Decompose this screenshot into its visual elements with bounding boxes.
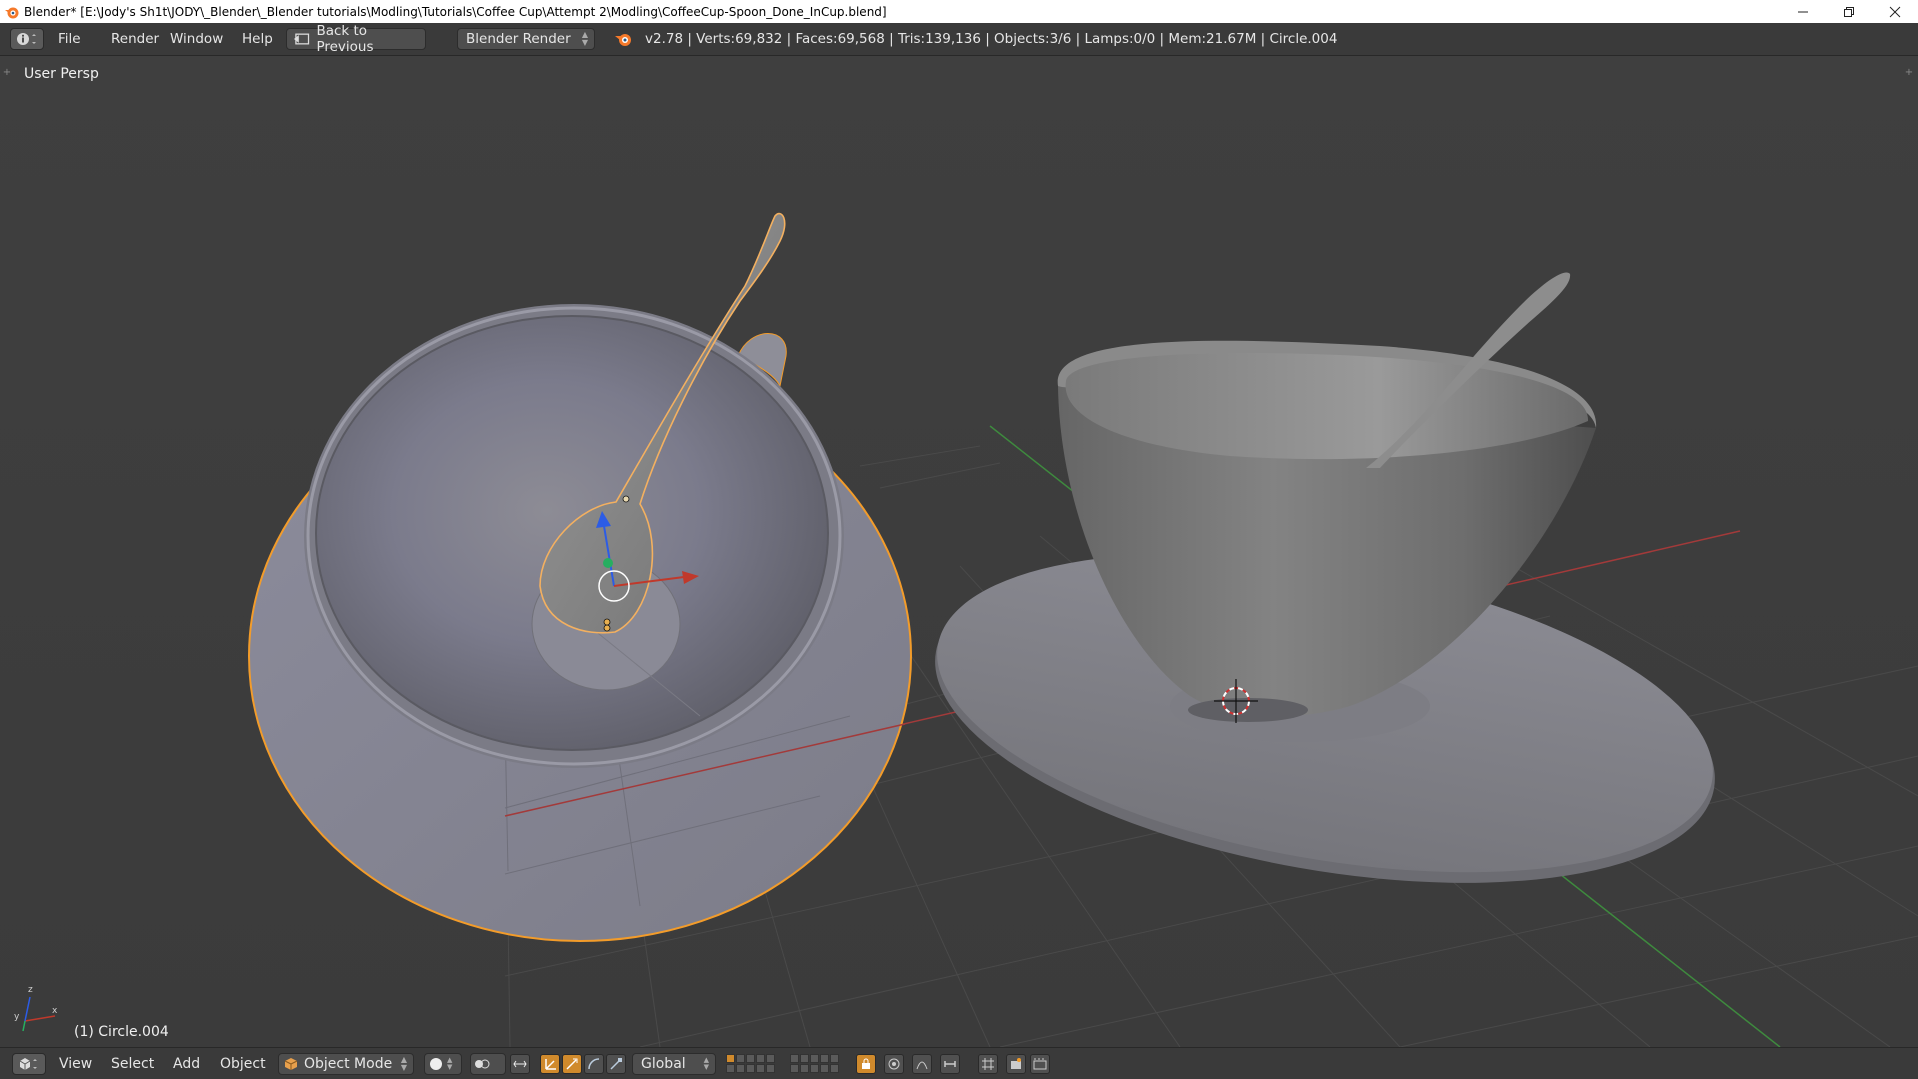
transform-orientation-select[interactable]: Global ▲ ▼	[632, 1052, 716, 1075]
minimize-button[interactable]	[1780, 0, 1826, 23]
close-icon	[1889, 6, 1901, 17]
translate-icon	[545, 1059, 556, 1070]
updown-arrows-icon: ▲ ▼	[581, 30, 588, 47]
proportional-falloff-button[interactable]	[912, 1054, 932, 1074]
properties-shelf-toggle-icon[interactable]: +	[1904, 68, 1914, 78]
rotate-tool-button[interactable]	[562, 1054, 582, 1074]
snap-toggle-button[interactable]	[940, 1054, 960, 1074]
pivot-point-select[interactable]	[470, 1052, 506, 1075]
proportional-icon	[888, 1058, 900, 1070]
axis-label-z: z	[28, 985, 33, 995]
info-editor-icon	[17, 33, 36, 45]
menu-render[interactable]: Render	[111, 23, 159, 55]
manipulator-toggle[interactable]	[510, 1054, 530, 1074]
menu-help[interactable]: Help	[242, 23, 273, 55]
pivot-icon	[475, 1059, 490, 1068]
restore-icon	[1844, 6, 1854, 17]
minimize-icon	[1798, 11, 1808, 12]
menu-add[interactable]: Add	[173, 1048, 200, 1079]
object-mode-icon	[284, 1057, 298, 1070]
snap-icon	[944, 1061, 956, 1067]
back-label: Back to Previous	[316, 23, 374, 55]
view-label: User Persp	[24, 66, 99, 82]
rotate-mode-button[interactable]	[584, 1054, 604, 1074]
solid-shading-icon	[430, 1057, 442, 1070]
tool-shelf-toggle-icon[interactable]: +	[2, 68, 12, 78]
updown-arrows-icon: ▲ ▼	[447, 1055, 453, 1071]
3d-viewport[interactable]: User Persp (1) Circle.004 z x y + +	[0, 56, 1918, 1047]
close-button[interactable]	[1872, 0, 1918, 23]
active-object-label: (1) Circle.004	[74, 1024, 169, 1040]
blender-logo-icon	[615, 34, 631, 46]
render-icon	[1011, 1058, 1021, 1069]
cup-right[interactable]	[910, 272, 1740, 937]
menu-window[interactable]: Window	[170, 23, 223, 55]
proportional-edit-button[interactable]	[884, 1054, 904, 1074]
back-to-previous-button[interactable]: Back to Previous	[286, 23, 426, 55]
rotate-icon	[566, 1058, 578, 1070]
cup-left-selected[interactable]	[248, 212, 912, 942]
camera-icon	[1033, 1058, 1047, 1070]
editor-type-selector[interactable]	[10, 28, 44, 50]
falloff-icon	[916, 1061, 928, 1070]
scene-layers-group-1[interactable]	[726, 1054, 775, 1073]
axis-gizmo-icon	[22, 996, 56, 1032]
scene-layers-group-2[interactable]	[790, 1054, 839, 1073]
restore-button[interactable]	[1826, 0, 1872, 23]
snap-element-button[interactable]	[978, 1054, 998, 1074]
view3d-editor-icon	[19, 1057, 37, 1070]
translate-tool-button[interactable]	[540, 1054, 560, 1074]
axis-label-y: y	[14, 1012, 20, 1022]
mode-select[interactable]: Object Mode ▲ ▼	[278, 1052, 414, 1075]
manipulator-icon	[513, 1060, 527, 1068]
snap-grid-icon	[982, 1058, 994, 1070]
menu-file[interactable]: File	[58, 23, 81, 55]
axis-label-x: x	[52, 1006, 58, 1016]
scene-stats: v2.78 | Verts:69,832 | Faces:69,568 | Tr…	[645, 31, 1338, 47]
render-engine-select[interactable]: Blender Render ▲ ▼	[457, 28, 595, 50]
window-titlebar: Blender* [E:\Jody's Sh1t\JODY\_Blender\_…	[0, 0, 1918, 23]
viewport-scene[interactable]	[0, 56, 1918, 1047]
updown-arrows-icon: ▲ ▼	[400, 1054, 407, 1072]
mode-value: Object Mode	[304, 1055, 393, 1072]
blender-logo-icon	[5, 7, 19, 18]
rotate-icon	[588, 1058, 600, 1070]
window-title: Blender* [E:\Jody's Sh1t\JODY\_Blender\_…	[24, 4, 887, 19]
render-engine-value: Blender Render	[466, 31, 571, 47]
menu-select[interactable]: Select	[111, 1048, 154, 1079]
scale-tool-button[interactable]	[606, 1054, 626, 1074]
orientation-value: Global	[641, 1055, 686, 1072]
scale-icon	[610, 1058, 622, 1070]
editor-type-selector[interactable]	[12, 1052, 46, 1075]
menu-view[interactable]: View	[59, 1048, 92, 1079]
opengl-animation-button[interactable]	[1030, 1054, 1050, 1074]
viewport-shading-select[interactable]: ▲ ▼	[424, 1052, 462, 1075]
lock-layers-button[interactable]	[856, 1054, 876, 1074]
opengl-render-button[interactable]	[1006, 1054, 1026, 1074]
lock-icon	[862, 1058, 870, 1069]
view3d-header: View Select Add Object Object Mode ▲ ▼ ▲ ▼	[0, 1047, 1918, 1079]
updown-arrows-icon: ▲ ▼	[703, 1055, 709, 1071]
info-header: File Render Window Help Back to Previous…	[0, 23, 1918, 56]
back-icon	[293, 33, 310, 45]
menu-object[interactable]: Object	[220, 1048, 266, 1079]
